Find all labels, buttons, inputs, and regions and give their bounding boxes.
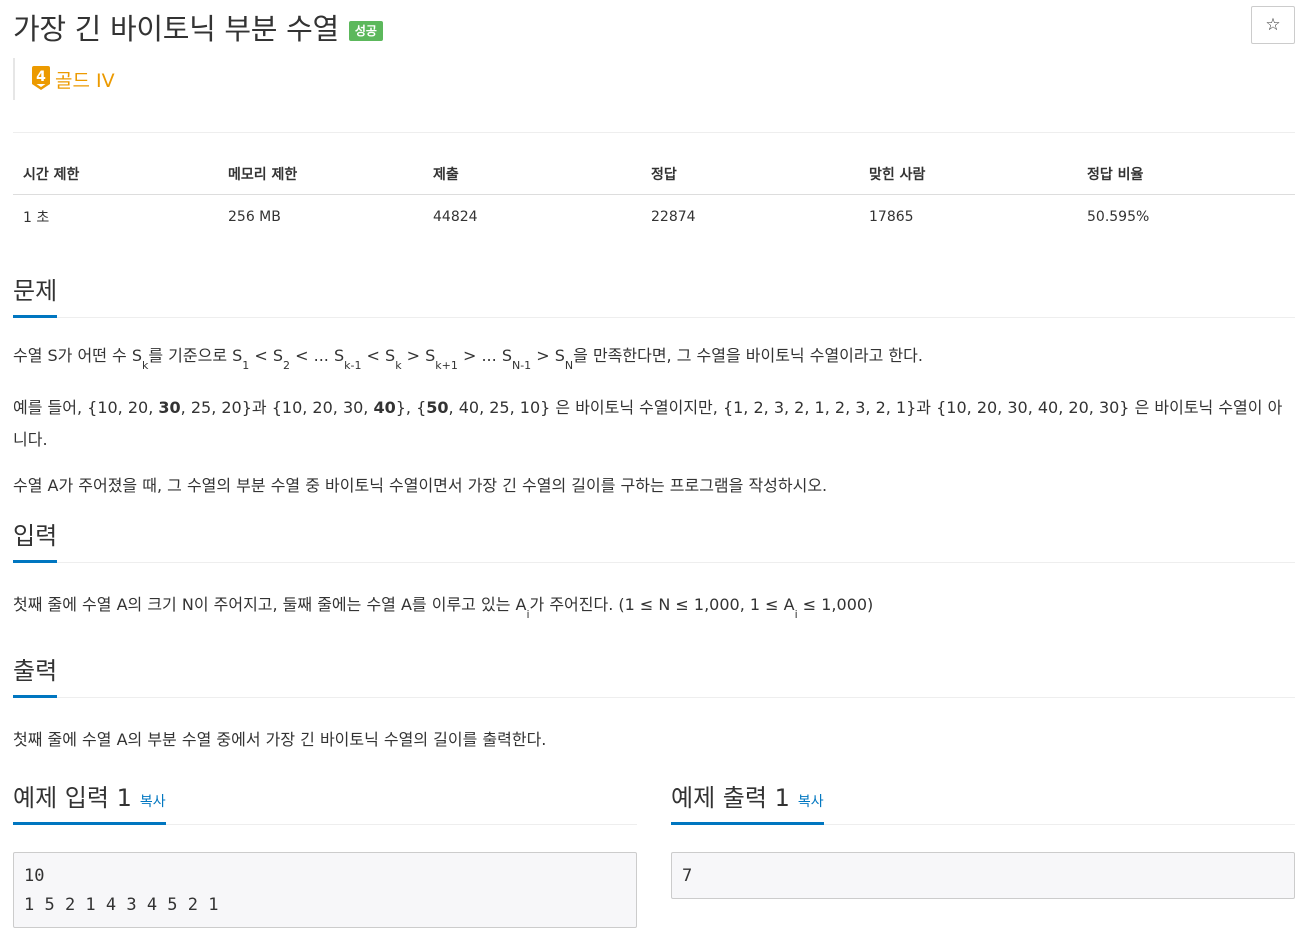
sample-output-title: 예제 출력 1 xyxy=(671,784,790,813)
stats-accepted: 22874 xyxy=(651,209,696,225)
output-section: 출력 첫째 줄에 수열 A의 부분 수열 중에서 가장 긴 바이토닉 수열의 길… xyxy=(13,651,1295,756)
stats-header-memory-limit: 메모리 제한 xyxy=(218,164,423,195)
p1-sub-k-plus-1: k+1 xyxy=(435,359,458,373)
problem-heading: 문제 xyxy=(13,271,58,318)
p1-text-e: < S xyxy=(361,346,396,365)
tier-row: 4 골드 IV xyxy=(13,58,1295,100)
stats-submissions: 44824 xyxy=(433,209,478,225)
tier-label-link[interactable]: 골드 IV xyxy=(55,66,115,93)
output-heading: 출력 xyxy=(13,651,58,699)
p2-text-a: 예를 들어, {10, 20, xyxy=(13,398,159,418)
p1-sub-2: 2 xyxy=(283,359,291,373)
input-heading-bar: 입력 xyxy=(13,516,1295,564)
header-divider xyxy=(13,132,1295,133)
stats-memory-limit: 256 MB xyxy=(228,209,281,225)
stats-header-accepted: 정답 xyxy=(641,164,859,195)
output-paragraph: 첫째 줄에 수열 A의 부분 수열 중에서 가장 긴 바이토닉 수열의 길이를 … xyxy=(13,730,547,750)
copy-sample-output-button[interactable]: 복사 xyxy=(798,794,824,810)
gold-tier-icon: 4 xyxy=(31,66,51,92)
output-description: 첫째 줄에 수열 A의 부분 수열 중에서 가장 긴 바이토닉 수열의 길이를 … xyxy=(13,724,1295,756)
star-button[interactable]: ☆ xyxy=(1251,6,1295,44)
p2-bold-30: 30 xyxy=(158,398,181,418)
p1-text-b: 를 기준으로 S xyxy=(148,346,243,365)
problem-heading-bar: 문제 xyxy=(13,271,1295,318)
stats-solved-users: 17865 xyxy=(869,209,914,225)
input-section: 입력 첫째 줄에 수열 A의 크기 N이 주어지고, 둘째 줄에는 수열 A를 … xyxy=(13,516,1295,627)
sample-input-code[interactable]: 10 1 5 2 1 4 3 4 5 2 1 xyxy=(13,852,637,929)
input-sub-i-1: i xyxy=(526,608,530,622)
input-heading: 입력 xyxy=(13,516,58,564)
examples-row: 예제 입력 1 복사 10 1 5 2 1 4 3 4 5 2 1 예제 출력 1… xyxy=(13,778,1295,929)
sample-output-heading: 예제 출력 1 복사 xyxy=(671,778,824,826)
p1-sub-k: k xyxy=(141,359,149,373)
sample-output-code[interactable]: 7 xyxy=(671,852,1295,900)
p1-text-a: 수열 S가 어떤 수 S xyxy=(13,346,142,365)
star-icon: ☆ xyxy=(1265,15,1281,34)
page-title: 가장 긴 바이토닉 부분 수열 xyxy=(13,12,339,46)
stats-header-time-limit: 시간 제한 xyxy=(13,164,218,195)
sample-input-heading: 예제 입력 1 복사 xyxy=(13,778,166,826)
tier-number: 4 xyxy=(36,69,46,85)
sample-input-section: 예제 입력 1 복사 10 1 5 2 1 4 3 4 5 2 1 xyxy=(13,778,637,929)
stats-header-submissions: 제출 xyxy=(423,164,641,195)
sample-input-title: 예제 입력 1 xyxy=(13,784,132,813)
p1-text-d: < ... S xyxy=(290,346,345,365)
input-paragraph: 첫째 줄에 수열 A의 크기 N이 주어지고, 둘째 줄에는 수열 A를 이루고… xyxy=(13,589,1295,627)
p2-text-c: }, { xyxy=(395,398,427,418)
sample-output-heading-bar: 예제 출력 1 복사 xyxy=(671,778,1295,826)
problem-paragraph-2: 예를 들어, {10, 20, 30, 25, 20}과 {10, 20, 30… xyxy=(13,392,1295,456)
tier-shield-svg: 4 xyxy=(32,66,50,90)
problem-section: 문제 수열 S가 어떤 수 Sk를 기준으로 S1 < S2 < ... Sk-… xyxy=(13,271,1295,502)
p2-bold-50: 50 xyxy=(426,398,449,418)
p1-text-c: < S xyxy=(249,346,284,365)
p1-text-f: > S xyxy=(401,346,436,365)
stats-header-row: 시간 제한 메모리 제한 제출 정답 맞힌 사람 정답 비율 xyxy=(13,164,1295,195)
sample-output-section: 예제 출력 1 복사 7 xyxy=(671,778,1295,928)
problem-description: 수열 S가 어떤 수 Sk를 기준으로 S1 < S2 < ... Sk-1 <… xyxy=(13,340,1295,502)
problem-paragraph-1: 수열 S가 어떤 수 Sk를 기준으로 S1 < S2 < ... Sk-1 <… xyxy=(13,340,1295,378)
p1-sub-k-2: k xyxy=(395,359,402,373)
status-badge: 성공 xyxy=(348,21,383,41)
stats-time-limit: 1 초 xyxy=(23,210,50,226)
p1-sub-n: N xyxy=(564,359,574,373)
stats-value-row: 1 초 256 MB 44824 22874 17865 50.595% xyxy=(13,195,1295,236)
p2-bold-40: 40 xyxy=(373,398,396,418)
p1-text-i: 을 만족한다면, 그 수열을 바이토닉 수열이라고 한다. xyxy=(573,346,923,365)
stats-header-solved-users: 맞힌 사람 xyxy=(859,164,1077,195)
p1-text-g: > ... S xyxy=(457,346,512,365)
p1-text-h: > S xyxy=(531,346,565,365)
output-heading-bar: 출력 xyxy=(13,651,1295,699)
problem-page: 가장 긴 바이토닉 부분 수열 성공 ☆ 4 골드 IV 시간 제한 메모리 제… xyxy=(0,0,1309,943)
input-text-c: ≤ 1,000) xyxy=(797,595,874,615)
input-sub-i-2: i xyxy=(794,608,798,622)
p1-sub-k-1: k-1 xyxy=(344,359,362,373)
title-row: 가장 긴 바이토닉 부분 수열 성공 ☆ xyxy=(13,0,1295,52)
sample-input-heading-bar: 예제 입력 1 복사 xyxy=(13,778,637,826)
stats-header-accept-ratio: 정답 비율 xyxy=(1077,164,1295,195)
p1-sub-n-1: N-1 xyxy=(511,359,532,373)
p2-text-b: , 25, 20}과 {10, 20, 30, xyxy=(180,398,374,418)
input-text-a: 첫째 줄에 수열 A의 크기 N이 주어지고, 둘째 줄에는 수열 A를 이루고… xyxy=(13,595,527,615)
problem-paragraph-3: 수열 A가 주어졌을 때, 그 수열의 부분 수열 중 바이토닉 수열이면서 가… xyxy=(13,476,828,496)
problem-stats-table: 시간 제한 메모리 제한 제출 정답 맞힌 사람 정답 비율 1 초 256 M… xyxy=(13,164,1295,235)
input-description: 첫째 줄에 수열 A의 크기 N이 주어지고, 둘째 줄에는 수열 A를 이루고… xyxy=(13,589,1295,627)
input-text-b: 가 주어진다. (1 ≤ N ≤ 1,000, 1 ≤ A xyxy=(529,595,795,615)
stats-accept-ratio: 50.595% xyxy=(1087,209,1150,225)
copy-sample-input-button[interactable]: 복사 xyxy=(140,794,166,810)
p1-sub-1: 1 xyxy=(242,359,250,373)
